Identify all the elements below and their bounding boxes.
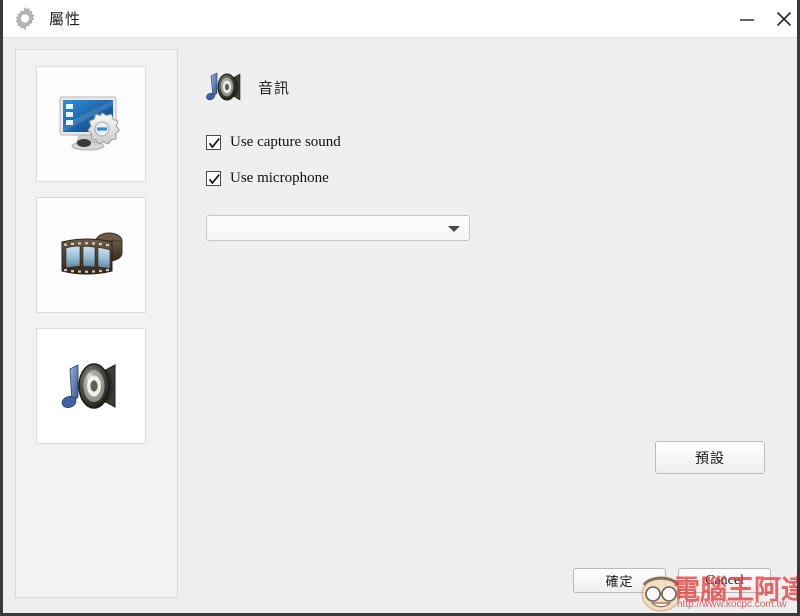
close-button[interactable]: [771, 6, 797, 32]
properties-dialog-window: 屬性 音訊 Use capture sound Use microphone 預…: [0, 0, 800, 616]
titlebar: 屬性: [3, 0, 797, 38]
audio-device-select[interactable]: [206, 215, 470, 241]
checkbox-box[interactable]: [206, 171, 221, 186]
default-button[interactable]: 預設: [655, 441, 765, 474]
sidebar-item-general[interactable]: [36, 66, 146, 182]
gear-icon: [12, 6, 38, 32]
section-title: 音訊: [258, 79, 291, 97]
speaker-music-note-icon: [52, 347, 130, 425]
checkbox-box[interactable]: [206, 135, 221, 150]
minimize-button[interactable]: [734, 6, 760, 32]
checkbox-label: Use capture sound: [230, 134, 341, 150]
checkbox-label: Use microphone: [230, 170, 329, 186]
cancel-button[interactable]: Cancel: [678, 568, 771, 593]
ok-button[interactable]: 確定: [573, 568, 666, 593]
checkbox-use-capture-sound[interactable]: Use capture sound: [206, 134, 341, 151]
sidebar-item-audio[interactable]: [36, 328, 146, 444]
monitor-gear-icon: [52, 85, 130, 163]
section-header: 音訊: [202, 64, 290, 110]
watermark-url: http://www.kocpc.com.tw: [677, 599, 787, 610]
sidebar: [15, 49, 178, 598]
speaker-music-note-icon: [202, 64, 248, 110]
checkbox-use-microphone[interactable]: Use microphone: [206, 170, 329, 187]
sidebar-item-video[interactable]: [36, 197, 146, 313]
window-title: 屬性: [49, 11, 82, 28]
chevron-down-icon[interactable]: [448, 226, 460, 232]
film-strip-icon: [52, 216, 130, 294]
audio-settings-panel: 音訊 Use capture sound Use microphone 預設 確: [195, 49, 785, 598]
